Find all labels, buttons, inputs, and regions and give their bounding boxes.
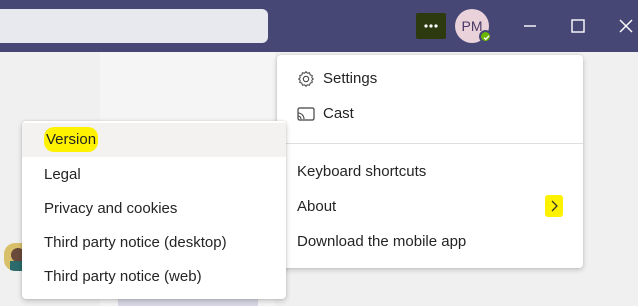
menu-item-cast[interactable]: Cast bbox=[277, 97, 583, 131]
submenu-item-third-party-web-label: Third party notice (web) bbox=[44, 268, 202, 285]
more-options-button[interactable] bbox=[416, 13, 446, 39]
submenu-item-privacy-and-cookies[interactable]: Privacy and cookies bbox=[22, 192, 286, 226]
title-bar: PM bbox=[0, 0, 638, 52]
minimize-icon[interactable] bbox=[518, 14, 542, 38]
submenu-item-legal[interactable]: Legal bbox=[22, 158, 286, 192]
search-input[interactable] bbox=[0, 9, 268, 43]
gear-icon bbox=[298, 71, 314, 87]
about-submenu: Version Legal Privacy and cookies Third … bbox=[22, 121, 286, 299]
settings-menu: Settings Cast Keyboard shortcuts About D… bbox=[277, 55, 583, 268]
submenu-item-privacy-label: Privacy and cookies bbox=[44, 200, 178, 217]
menu-item-settings-label: Settings bbox=[323, 70, 378, 87]
menu-divider bbox=[277, 143, 583, 144]
maximize-icon[interactable] bbox=[566, 14, 590, 38]
submenu-item-version-label: Version bbox=[44, 123, 99, 157]
version-highlight: Version bbox=[44, 127, 99, 152]
submenu-item-third-party-desktop-label: Third party notice (desktop) bbox=[44, 234, 227, 251]
menu-item-download-mobile-app[interactable]: Download the mobile app bbox=[277, 225, 583, 259]
submenu-item-third-party-desktop[interactable]: Third party notice (desktop) bbox=[22, 226, 286, 260]
cast-icon bbox=[297, 107, 315, 121]
menu-item-settings[interactable]: Settings bbox=[277, 62, 583, 96]
content-strip bbox=[118, 298, 258, 306]
submenu-item-third-party-web[interactable]: Third party notice (web) bbox=[22, 260, 286, 294]
chevron-right-icon bbox=[545, 195, 563, 217]
menu-item-download-mobile-app-label: Download the mobile app bbox=[297, 233, 467, 250]
menu-item-keyboard-shortcuts[interactable]: Keyboard shortcuts bbox=[277, 155, 583, 189]
menu-item-about[interactable]: About bbox=[277, 190, 583, 224]
menu-item-about-label: About bbox=[297, 198, 337, 215]
menu-item-cast-label: Cast bbox=[323, 105, 354, 122]
ellipsis-icon bbox=[424, 24, 438, 28]
presence-available-icon bbox=[479, 30, 492, 43]
menu-item-keyboard-shortcuts-label: Keyboard shortcuts bbox=[297, 163, 427, 180]
close-icon[interactable] bbox=[614, 14, 638, 38]
submenu-item-version[interactable]: Version bbox=[22, 123, 286, 157]
submenu-item-legal-label: Legal bbox=[44, 166, 81, 183]
